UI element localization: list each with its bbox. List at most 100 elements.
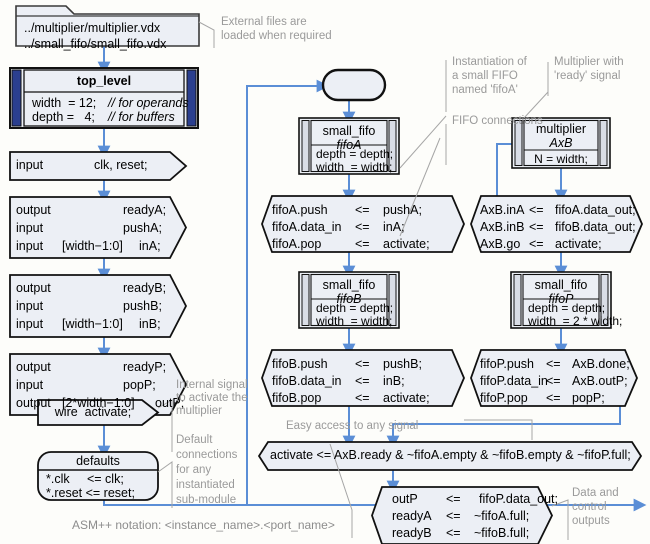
port-a-row-0-sig: readyA; [123,203,167,217]
port-clk-reset-dir: input [16,158,44,172]
diagram-caption: ASM++ notation: <instance_name>.<port_na… [72,518,335,532]
output-row-2-op: <= [446,526,461,540]
conn-fifoA-row-2-lhs: fifoA.pop [272,237,322,251]
port-b-row-2-dir: input [16,317,44,331]
port-a-row-2-dir: input [16,239,44,253]
top-level-param-0-comment: // for operands [108,96,189,110]
port-b-row-0-dir: output [16,281,51,295]
conn-fifoP-row-2-lhs: fifoP.pop [480,391,528,405]
conn-AxB-row-0-rhs: fifoA.data_out; [555,203,636,217]
port-b-row-0-sig: readyB; [123,281,167,295]
conn-fifoP-row-1-rhs: AxB.outP; [572,374,628,388]
conn-fifoB-row-2-lhs: fifoB.pop [272,391,322,405]
conn-fifoP-row-0-op: <= [546,357,561,371]
defaults-row-1: *.reset <= reset; [46,486,135,500]
output-row-2-lhs: readyB [392,526,432,540]
conn-fifoA-row-0-rhs: pushA; [383,203,422,217]
fifoA-note-2: named 'fifoA' [452,84,518,96]
defaults-note-3: instantiated [176,479,235,491]
external-files-note-2: loaded when required [221,30,332,42]
activate-statement: activate <= AxB.ready & ~fifoA.empty & ~… [270,448,631,462]
conn-AxB-row-1-op: <= [529,220,544,234]
start-node-shape [321,68,387,102]
output-row-0-lhs: outP [392,492,418,506]
conn-fifoA-row-0-op: <= [355,203,370,217]
port-p-row-0-dir: output [16,360,51,374]
conn-fifoA-row-2-rhs: activate; [383,237,430,251]
defaults-note-1: connections [176,449,238,461]
external-file-line-2: ../small_fifo/small_fifo.vdx [24,37,167,51]
conn-AxB-row-2-op: <= [529,237,544,251]
port-p-row-1-dir: input [16,378,44,392]
port-p-row-0-sig: readyP; [123,360,167,374]
conn-AxB-row-0-op: <= [529,203,544,217]
port-a-row-0-dir: output [16,203,51,217]
port-b-row-1-dir: input [16,299,44,313]
AxB-note-1: 'ready' signal [554,70,621,82]
activate-note: Easy access to any signal [286,420,419,432]
conn-fifoB-row-1-op: <= [355,374,370,388]
external-file-line-1: ../multiplier/multiplier.vdx [24,21,161,35]
defaults-note-4: sub-module [176,494,237,506]
defaults-title: defaults [76,454,120,468]
defaults-note-0: Default [176,434,213,446]
fifoA-note-0: Instantiation of [452,56,527,68]
conn-AxB-row-2-rhs: activate; [555,237,602,251]
port-b-row-2-range: [width−1:0] [62,317,123,331]
fifoB-param-1: width = width; [316,314,393,328]
output-row-1-lhs: readyA [392,509,432,523]
top-level-param-0-assign: width = 12; [32,96,97,110]
outputs-note-2: outputs [572,515,610,527]
wire-note-0: Internal signal [176,379,248,391]
defaults-note-2: for any [176,464,212,476]
AxB-instance: AxB [549,136,573,150]
conn-fifoP-row-0-lhs: fifoP.push [480,357,534,371]
port-p-row-1-sig: popP; [123,378,156,392]
fifoA-param-1: width = width; [316,160,393,174]
port-clk-reset-sig: clk, reset; [94,158,148,172]
conn-fifoA-row-1-lhs: fifoA.data_in [272,220,342,234]
conn-AxB-row-1-lhs: AxB.inB [480,220,525,234]
conn-fifoB-row-2-op: <= [355,391,370,405]
port-a-row-1-sig: pushA; [123,221,162,235]
external-files-note-1: External files are [221,16,307,28]
conn-AxB-row-0-lhs: AxB.inA [480,203,525,217]
fifoA-module: small_fifo [322,124,376,138]
conn-fifoP-row-2-op: <= [546,391,561,405]
port-a-row-2-range: [width−1:0] [62,239,123,253]
fifoA-note-1: a small FIFO [452,70,518,82]
conn-AxB-row-1-rhs: fifoB.data_out; [555,220,636,234]
port-a-row-2-sig: inA; [139,239,161,253]
defaults-row-0: *.clk <= clk; [46,472,124,486]
port-a-row-1-dir: input [16,221,44,235]
conn-AxB-row-2-lhs: AxB.go [480,237,521,251]
output-row-2-rhs: ~fifoB.full; [474,526,530,540]
asm-diagram-canvas: ../multiplier/multiplier.vdx ../small_fi… [0,0,650,544]
conn-fifoB-row-0-op: <= [355,357,370,371]
wire-note-1: to activate the [176,392,248,404]
conn-fifoP-row-0-rhs: AxB.done; [572,357,630,371]
conn-fifoB-row-1-lhs: fifoB.data_in [272,374,342,388]
conn-fifoA-row-1-rhs: inA; [383,220,405,234]
conn-fifoP-row-2-rhs: popP; [572,391,605,405]
wire-activate-text: wire activate; [54,405,132,419]
outputs-note-1: control [572,501,607,513]
port-b-row-1-sig: pushB; [123,299,162,313]
conn-fifoP-row-1-lhs: fifoP.data_in [480,374,548,388]
AxB-param-0: N = width; [534,152,588,166]
top-level-param-1-assign: depth = 4; [32,110,95,124]
fifo-connections-note: FIFO connections [452,115,543,127]
conn-fifoA-row-2-op: <= [355,237,370,251]
outputs-note-0: Data and [572,487,619,499]
output-row-1-rhs: ~fifoA.full; [474,509,530,523]
top-level-param-1-comment: // for buffers [108,110,175,124]
conn-fifoA-row-0-lhs: fifoA.push [272,203,328,217]
output-row-0-rhs: fifoP.data_out; [479,492,559,506]
conn-fifoP-row-1-op: <= [546,374,561,388]
fifoB-module: small_fifo [322,278,376,292]
port-b-row-2-sig: inB; [139,317,161,331]
conn-fifoB-row-2-rhs: activate; [383,391,430,405]
AxB-note-0: Multiplier with [554,56,624,68]
wire-note-2: multiplier [176,405,223,417]
fifoP-module: small_fifo [534,278,588,292]
